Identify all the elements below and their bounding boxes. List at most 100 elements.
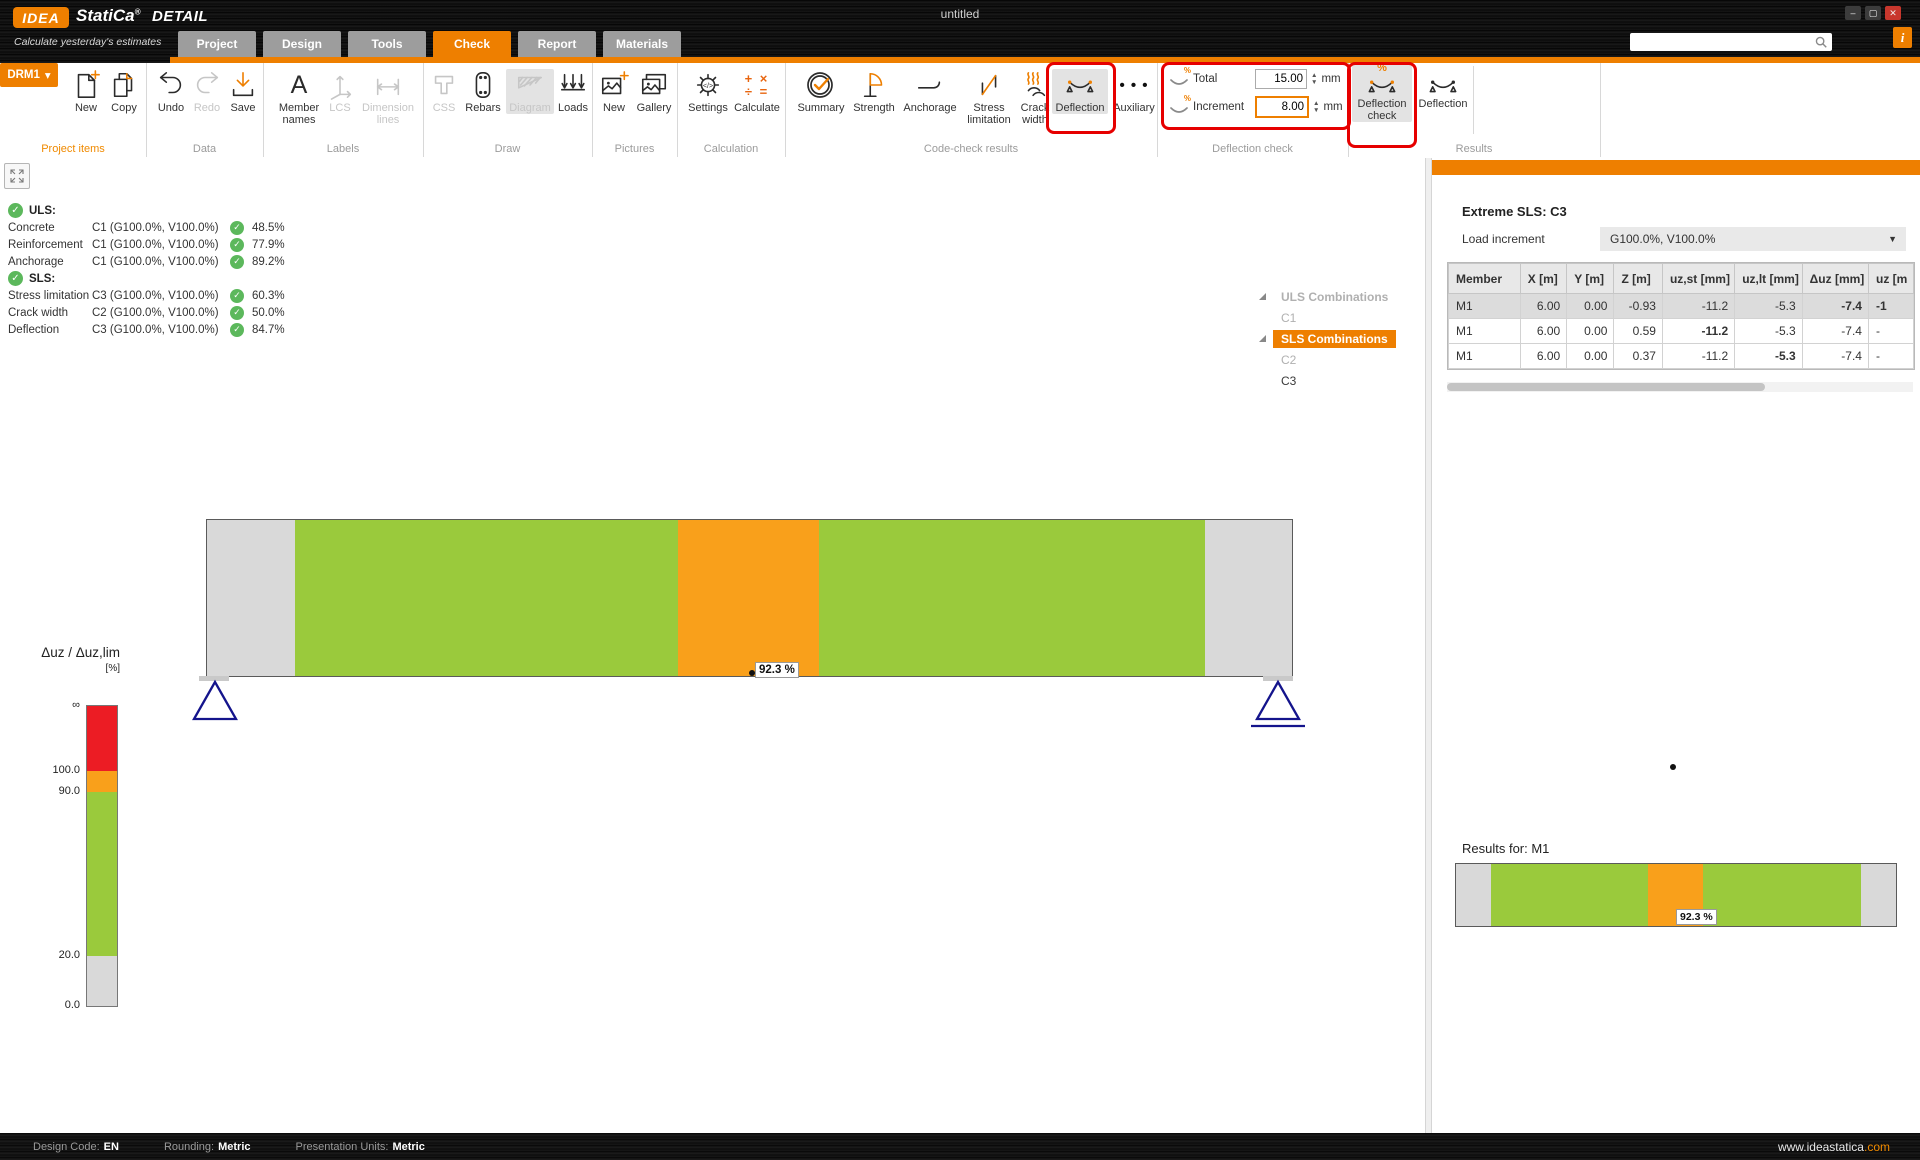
check-item-value: 60.3%: [252, 290, 308, 302]
pin-support-icon: [194, 682, 236, 719]
table-cell: 0.37: [1614, 344, 1663, 369]
deflection-icon: [1064, 69, 1096, 101]
summary-button[interactable]: Summary: [795, 69, 847, 114]
table-row[interactable]: M16.000.000.37-11.2-5.3-7.4-: [1449, 344, 1914, 369]
increment-row: % Increment ▲▼ mm: [1169, 95, 1343, 119]
table-hscrollbar[interactable]: [1447, 382, 1913, 392]
table-cell: M1: [1449, 319, 1521, 344]
tab-design[interactable]: Design: [263, 31, 341, 57]
tab-check[interactable]: Check: [433, 31, 511, 57]
table-cell: -7.4: [1802, 294, 1868, 319]
table-column-header[interactable]: X [m]: [1520, 264, 1566, 294]
new-picture-button[interactable]: New: [596, 69, 632, 114]
table-column-header[interactable]: uz,lt [mm]: [1735, 264, 1802, 294]
loads-icon: [557, 69, 589, 101]
table-column-header[interactable]: Δuz [mm]: [1802, 264, 1868, 294]
auxiliary-button[interactable]: • • • Auxiliary: [1111, 69, 1157, 114]
crack-width-button[interactable]: Crack width: [1015, 69, 1055, 126]
settings-button[interactable]: </> Settings: [685, 69, 731, 114]
rebars-button[interactable]: Rebars: [462, 69, 504, 114]
tree-item-label: C1: [1273, 309, 1304, 327]
table-column-header[interactable]: uz,st [mm]: [1662, 264, 1734, 294]
tree-item-sls-combinations[interactable]: SLS Combinations: [1253, 328, 1421, 349]
group-draw: CSS Rebars Diagram Loads Draw: [423, 63, 593, 157]
beam-segment: [819, 520, 1205, 676]
deflection-check-results-button[interactable]: Deflection: [1052, 69, 1108, 114]
increment-spinner[interactable]: ▲▼: [1313, 101, 1319, 114]
scale-segment: [87, 771, 117, 792]
panel-splitter[interactable]: [1425, 158, 1432, 1133]
tree-expander-icon[interactable]: [1259, 293, 1266, 300]
title-bar: IDEA StatiCa® DETAIL Calculate yesterday…: [0, 0, 1920, 63]
calculate-button[interactable]: + ×÷ = Calculate: [733, 69, 781, 114]
check-row: DeflectionC3 (G100.0%, V100.0%)✓84.7%: [8, 321, 308, 338]
undo-button[interactable]: Undo: [153, 69, 189, 114]
total-label: Total: [1193, 73, 1251, 85]
anchorage-button[interactable]: Anchorage: [901, 69, 959, 114]
tab-project[interactable]: Project: [178, 31, 256, 57]
tree-expander-icon[interactable]: [1259, 335, 1266, 342]
gallery-button[interactable]: Gallery: [634, 69, 674, 114]
loads-button[interactable]: Loads: [555, 69, 591, 114]
copy-project-item-button[interactable]: Copy: [105, 69, 143, 114]
table-column-header[interactable]: Z [m]: [1614, 264, 1663, 294]
group-label-project-items: Project items: [0, 143, 146, 155]
table-row[interactable]: M16.000.00-0.93-11.2-5.3-7.4-1: [1449, 294, 1914, 319]
group-deflection-check: % Total ▲▼ mm % Increment ▲▼ mm Deflecti…: [1157, 63, 1349, 157]
beam-result-view[interactable]: [206, 519, 1293, 677]
tree-item-c2[interactable]: C2: [1253, 349, 1421, 370]
tab-materials[interactable]: Materials: [603, 31, 681, 57]
table-column-header[interactable]: uz [m: [1868, 264, 1913, 294]
tree-item-c1[interactable]: C1: [1253, 307, 1421, 328]
deflection-check-toggle-button[interactable]: % Deflection check: [1352, 65, 1412, 122]
drm-dropdown[interactable]: DRM1▾: [0, 63, 58, 87]
total-row: % Total ▲▼ mm: [1169, 67, 1341, 91]
member-names-button[interactable]: A Member names: [276, 69, 322, 126]
presentation-units: Presentation Units:Metric: [296, 1141, 425, 1153]
check-row: ReinforcementC1 (G100.0%, V100.0%)✓77.9%: [8, 236, 308, 253]
check-summary-panel: ✓ ULS: ConcreteC1 (G100.0%, V100.0%)✓48.…: [8, 202, 308, 338]
search-input[interactable]: [1630, 35, 1814, 49]
tree-item-uls-combinations[interactable]: ULS Combinations: [1253, 286, 1421, 307]
scrollbar-thumb[interactable]: [1447, 383, 1765, 391]
search-box: [1630, 33, 1832, 51]
beam-segment: [1491, 864, 1648, 926]
group-label-code-check-results: Code-check results: [785, 143, 1157, 155]
table-column-header[interactable]: Y [m]: [1567, 264, 1614, 294]
maximize-button[interactable]: ▢: [1865, 6, 1881, 20]
svg-text:</>: </>: [703, 83, 713, 90]
diagram-button[interactable]: Diagram: [506, 69, 554, 114]
fit-view-button[interactable]: [4, 163, 30, 189]
website-link[interactable]: www.ideastatica.com: [1778, 1140, 1890, 1154]
info-button[interactable]: i: [1893, 27, 1912, 48]
table-cell: -: [1868, 319, 1913, 344]
app-window: IDEA StatiCa® DETAIL Calculate yesterday…: [0, 0, 1920, 1160]
strength-button[interactable]: Strength: [849, 69, 899, 114]
scale-title: Δuz / Δuz,lim: [18, 645, 120, 660]
scale-segment: [87, 792, 117, 956]
load-increment-dropdown[interactable]: G100.0%, V100.0% ▼: [1600, 227, 1906, 251]
new-project-item-button[interactable]: New: [68, 69, 104, 114]
close-button[interactable]: ✕: [1885, 6, 1901, 20]
tree-item-label: C3: [1273, 372, 1304, 390]
minimize-button[interactable]: –: [1845, 6, 1861, 20]
table-column-header[interactable]: Member: [1449, 264, 1521, 294]
group-label-pictures: Pictures: [592, 143, 677, 155]
table-row[interactable]: M16.000.000.59-11.2-5.3-7.4-: [1449, 319, 1914, 344]
check-ok-icon: ✓: [230, 255, 244, 269]
stress-limitation-button[interactable]: Stress limitation: [961, 69, 1017, 126]
table-cell: -5.3: [1735, 294, 1802, 319]
total-input[interactable]: [1255, 69, 1307, 89]
check-ok-icon: ✓: [230, 238, 244, 252]
deflection-display-button[interactable]: Deflection: [1416, 65, 1470, 110]
tree-item-c3[interactable]: C3: [1253, 370, 1421, 391]
tab-report[interactable]: Report: [518, 31, 596, 57]
extreme-results-table[interactable]: MemberX [m]Y [m]Z [m]uz,st [mm]uz,lt [mm…: [1448, 263, 1914, 369]
lcs-axes-icon: [324, 69, 356, 101]
table-cell: -11.2: [1662, 294, 1734, 319]
tab-tools[interactable]: Tools: [348, 31, 426, 57]
total-spinner[interactable]: ▲▼: [1311, 73, 1317, 86]
save-button[interactable]: Save: [226, 69, 260, 114]
increment-input[interactable]: [1255, 96, 1309, 118]
main-canvas[interactable]: ✓ ULS: ConcreteC1 (G100.0%, V100.0%)✓48.…: [0, 158, 1425, 1133]
